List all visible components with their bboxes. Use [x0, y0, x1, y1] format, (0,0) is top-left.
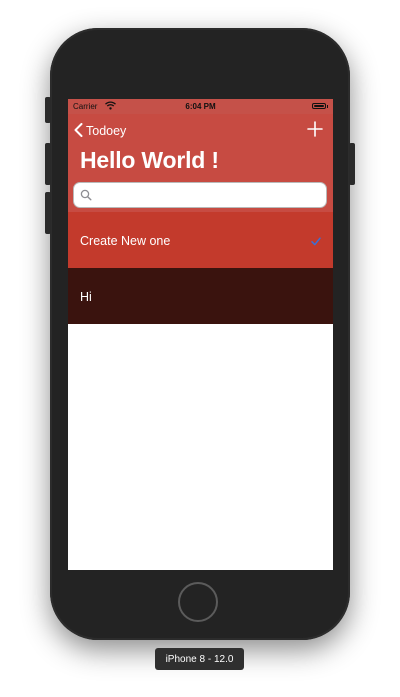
- add-button[interactable]: [307, 121, 323, 137]
- list-item-label: Create New one: [80, 234, 171, 248]
- back-button[interactable]: Todoey: [74, 121, 126, 141]
- battery-icon: [312, 103, 328, 109]
- volume-up-button: [45, 143, 51, 185]
- volume-down-button: [45, 192, 51, 234]
- list-item[interactable]: Create New one: [68, 212, 333, 268]
- search-bar[interactable]: [73, 182, 327, 208]
- device-label: iPhone 8 - 12.0: [155, 648, 244, 670]
- list-item[interactable]: Hi: [68, 268, 333, 324]
- home-button[interactable]: [178, 582, 218, 622]
- navigation-bar: Todoey Hello World !: [68, 114, 333, 212]
- status-time: 6:04 PM: [185, 102, 216, 111]
- mute-switch: [45, 97, 51, 123]
- plus-icon: [307, 121, 323, 141]
- page-title: Hello World !: [80, 147, 219, 173]
- list-item-label: Hi: [80, 290, 92, 304]
- back-button-label: Todoey: [86, 124, 127, 138]
- search-input[interactable]: [96, 186, 325, 206]
- checkmark-icon: [311, 235, 321, 249]
- status-bar: Carrier 6:04 PM: [68, 99, 333, 114]
- power-button: [349, 143, 355, 185]
- chevron-left-icon: [74, 122, 86, 140]
- screen: Carrier 6:04 PM Todoey Hello World ! Cre…: [68, 99, 333, 570]
